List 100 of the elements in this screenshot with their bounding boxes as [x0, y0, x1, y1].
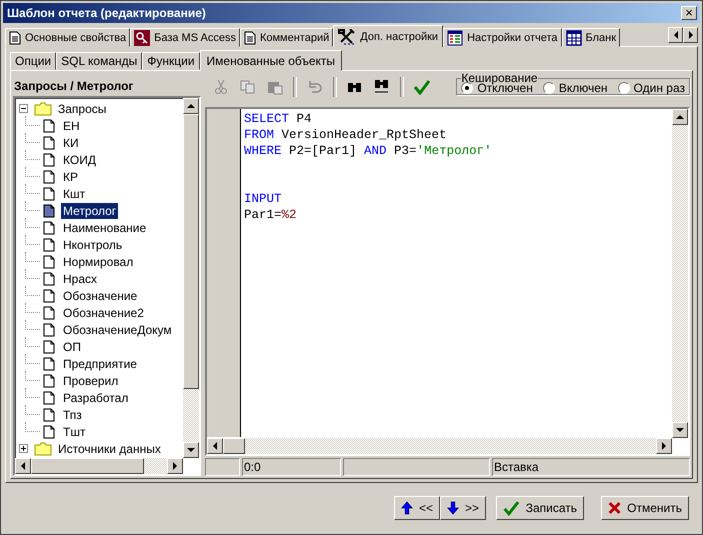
- selected-document-icon: [43, 204, 55, 218]
- tree-item[interactable]: Нрасх: [61, 270, 100, 287]
- right-arrow-icon: [172, 462, 178, 470]
- document-icon: [43, 288, 55, 303]
- code-editor[interactable]: SELECT P4 FROM VersionHeader_RptSheet WHERE P2=[Par1] AND P3='Метролог' INPUT Par1=%2: [205, 107, 690, 456]
- document-icon: [43, 424, 55, 439]
- grid-icon: [566, 30, 582, 46]
- save-button[interactable]: Записать: [496, 496, 584, 520]
- tab[interactable]: Комментарий: [240, 28, 334, 48]
- checkmark-icon: [413, 79, 431, 96]
- up-arrow-icon: [401, 500, 413, 516]
- tree-header: Запросы / Метролог: [13, 78, 134, 96]
- radio-option[interactable]: Один раз: [618, 81, 685, 96]
- key-icon: [134, 30, 150, 46]
- tab[interactable]: Основные свойства: [5, 28, 130, 48]
- folder-icon: [34, 102, 52, 116]
- cross-icon: [608, 500, 622, 516]
- document-icon: [43, 306, 55, 320]
- edit-mode: Вставка: [492, 458, 690, 476]
- left-arrow-icon: [672, 30, 678, 39]
- tree-item[interactable]: КИ: [61, 134, 81, 151]
- cancel-button[interactable]: Отменить: [601, 496, 689, 520]
- document-icon: [43, 238, 55, 252]
- up-arrow-icon: [676, 114, 684, 120]
- scrollbar-thumb[interactable]: [31, 458, 144, 474]
- tab[interactable]: Опции: [10, 52, 56, 70]
- up-arrow-icon: [187, 103, 195, 110]
- previous-button[interactable]: <<: [394, 496, 440, 520]
- document-icon: [43, 340, 55, 354]
- group-title: Кеширование: [461, 73, 538, 84]
- checkmark-icon: [503, 499, 520, 518]
- code-line: WHERE P2=[Par1] AND P3='Метролог': [244, 143, 493, 160]
- tree-item[interactable]: Запросы: [56, 100, 108, 117]
- document-icon: [43, 390, 55, 405]
- radio-option[interactable]: Включен: [542, 81, 608, 96]
- code-line: SELECT P4: [244, 111, 313, 128]
- document-icon: [43, 152, 55, 167]
- tree-item[interactable]: ОбозначениеДокум: [61, 322, 174, 338]
- right-arrow-icon: [661, 442, 667, 450]
- tree-item[interactable]: Нормировал: [61, 254, 136, 270]
- tree-item[interactable]: Тпз: [61, 406, 84, 423]
- tab[interactable]: Бланк: [562, 28, 620, 48]
- document-icon: [43, 186, 55, 201]
- left-arrow-icon: [20, 462, 26, 470]
- horizontal-scrollbar[interactable]: [15, 458, 183, 474]
- tree-item[interactable]: Тшт: [61, 424, 88, 440]
- tree-item[interactable]: Наименование: [61, 220, 148, 236]
- scroll-left-button[interactable]: [668, 26, 683, 43]
- right-arrow-icon: [688, 30, 694, 39]
- tree-item[interactable]: Обозначение: [61, 288, 140, 304]
- document-icon: [43, 322, 55, 337]
- tree-item[interactable]: Обозначение2: [61, 304, 146, 321]
- tree-item[interactable]: ЕН: [61, 118, 82, 134]
- tab[interactable]: SQL команды: [56, 52, 142, 70]
- scissors-icon: [212, 79, 230, 96]
- close-button[interactable]: ×: [681, 6, 697, 20]
- left-arrow-icon: [212, 442, 218, 450]
- tree-item[interactable]: Метролог: [61, 202, 118, 219]
- scrollbar-thumb[interactable]: [183, 114, 199, 390]
- tree-item[interactable]: КОИД: [61, 152, 98, 168]
- tree-item[interactable]: Кшт: [61, 186, 88, 202]
- down-arrow-icon: [676, 426, 684, 433]
- document-icon: [43, 136, 55, 150]
- table-icon: [447, 30, 464, 46]
- status-field: [205, 458, 240, 476]
- tab[interactable]: Функции: [142, 52, 200, 70]
- document-icon: [43, 220, 55, 235]
- folder-icon: [34, 442, 52, 456]
- tree-item[interactable]: Проверил: [61, 372, 120, 389]
- paste-icon: [266, 79, 284, 96]
- tree-item[interactable]: КР: [61, 168, 80, 185]
- tree-item[interactable]: Нконтроль: [61, 236, 124, 253]
- radio-icon[interactable]: [618, 82, 630, 94]
- tab[interactable]: Доп. настройки: [333, 25, 444, 48]
- vertical-scrollbar[interactable]: [183, 98, 199, 458]
- code-line: FROM VersionHeader_RptSheet: [244, 127, 448, 144]
- tree-item[interactable]: ОП: [61, 338, 83, 355]
- next-button[interactable]: >>: [440, 496, 486, 520]
- scroll-right-button[interactable]: [683, 26, 698, 43]
- tab[interactable]: База MS Access: [130, 28, 240, 48]
- document-icon: [43, 272, 55, 286]
- window-title: Шаблон отчета (редактирование): [7, 6, 206, 20]
- scrollbar-thumb[interactable]: [223, 438, 245, 454]
- document-icon: [43, 254, 55, 269]
- document-icon: [43, 356, 55, 371]
- down-arrow-icon: [447, 500, 459, 516]
- tree-item[interactable]: Предприятие: [61, 356, 139, 372]
- document-icon: [43, 118, 55, 133]
- down-arrow-icon: [187, 446, 195, 453]
- tab[interactable]: Настройки отчета: [443, 28, 562, 48]
- tree-item[interactable]: Источники данных: [56, 440, 163, 457]
- tab[interactable]: Именованные объекты: [200, 50, 342, 72]
- expander-icon[interactable]: [19, 444, 28, 454]
- document-icon: [43, 170, 55, 184]
- expander-icon[interactable]: [19, 104, 28, 114]
- document-icon: [43, 374, 55, 388]
- radio-icon[interactable]: [542, 82, 555, 94]
- tree-item[interactable]: Разработал: [61, 390, 130, 406]
- code-line: INPUT: [244, 191, 283, 208]
- document-icon: [9, 30, 21, 45]
